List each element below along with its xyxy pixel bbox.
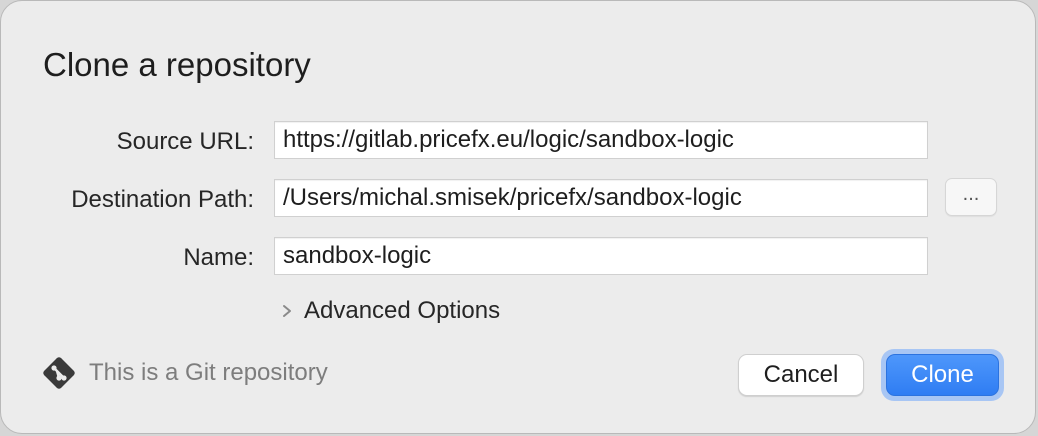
advanced-options-label: Advanced Options	[304, 297, 501, 324]
chevron-right-icon	[283, 305, 291, 317]
name-input[interactable]	[274, 237, 928, 275]
cancel-button[interactable]: Cancel	[738, 354, 864, 396]
browse-destination-button[interactable]: ...	[945, 178, 997, 216]
destination-path-label: Destination Path:	[71, 186, 254, 213]
destination-path-input[interactable]	[274, 179, 928, 217]
source-url-label: Source URL:	[116, 128, 254, 155]
source-url-input[interactable]	[274, 121, 928, 159]
git-repository-status: This is a Git repository	[41, 355, 328, 391]
clone-repository-dialog: Clone a repository Source URL: Destinati…	[0, 0, 1036, 434]
git-icon	[43, 357, 75, 389]
git-status-text: This is a Git repository	[89, 359, 328, 386]
clone-button[interactable]: Clone	[886, 354, 999, 396]
name-label: Name:	[183, 244, 254, 271]
dialog-title: Clone a repository	[43, 46, 311, 83]
advanced-options-disclosure[interactable]: Advanced Options	[280, 293, 500, 329]
